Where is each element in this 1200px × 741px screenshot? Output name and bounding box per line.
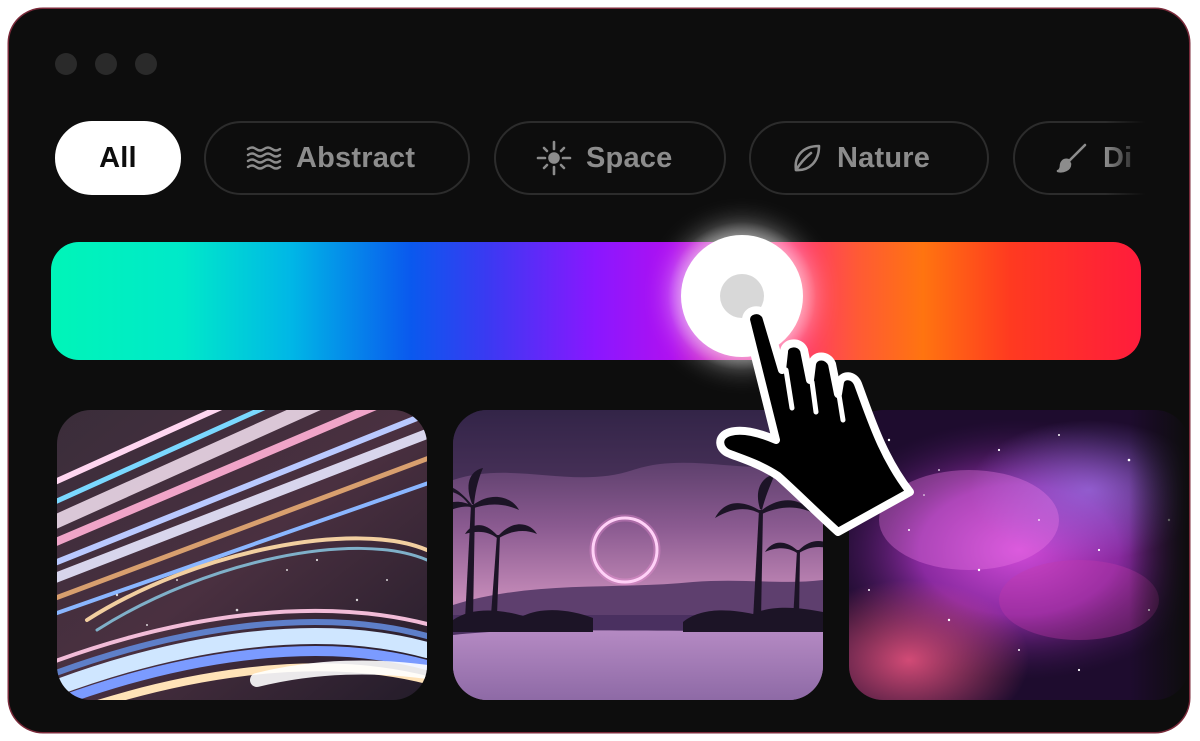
abstract-streaks-image <box>57 410 427 700</box>
tabs-overflow-fade <box>1105 119 1145 211</box>
minimize-dot[interactable] <box>95 53 117 75</box>
tab-all[interactable]: All <box>55 121 181 195</box>
close-dot[interactable] <box>55 53 77 75</box>
waves-icon <box>246 146 282 170</box>
tab-label: Abstract <box>296 141 416 174</box>
brush-icon <box>1056 143 1087 173</box>
tab-space[interactable]: Space <box>494 121 726 195</box>
app-window: All Abstract Space Nature <box>9 9 1189 732</box>
gallery-item-abstract[interactable] <box>57 410 427 700</box>
leaf-icon <box>794 144 821 172</box>
gallery-overflow-fade <box>1129 404 1189 714</box>
tab-label: Nature <box>837 141 931 174</box>
window-controls <box>55 53 157 75</box>
tab-label: All <box>99 141 137 174</box>
category-tabs: All Abstract Space Nature <box>9 119 1145 211</box>
maximize-dot[interactable] <box>135 53 157 75</box>
tab-nature[interactable]: Nature <box>749 121 989 195</box>
sparkle-icon <box>536 140 572 176</box>
pointing-hand-icon <box>716 306 914 536</box>
color-spectrum-slider[interactable] <box>51 242 1141 360</box>
tab-abstract[interactable]: Abstract <box>204 121 470 195</box>
tab-label: Space <box>586 141 673 174</box>
